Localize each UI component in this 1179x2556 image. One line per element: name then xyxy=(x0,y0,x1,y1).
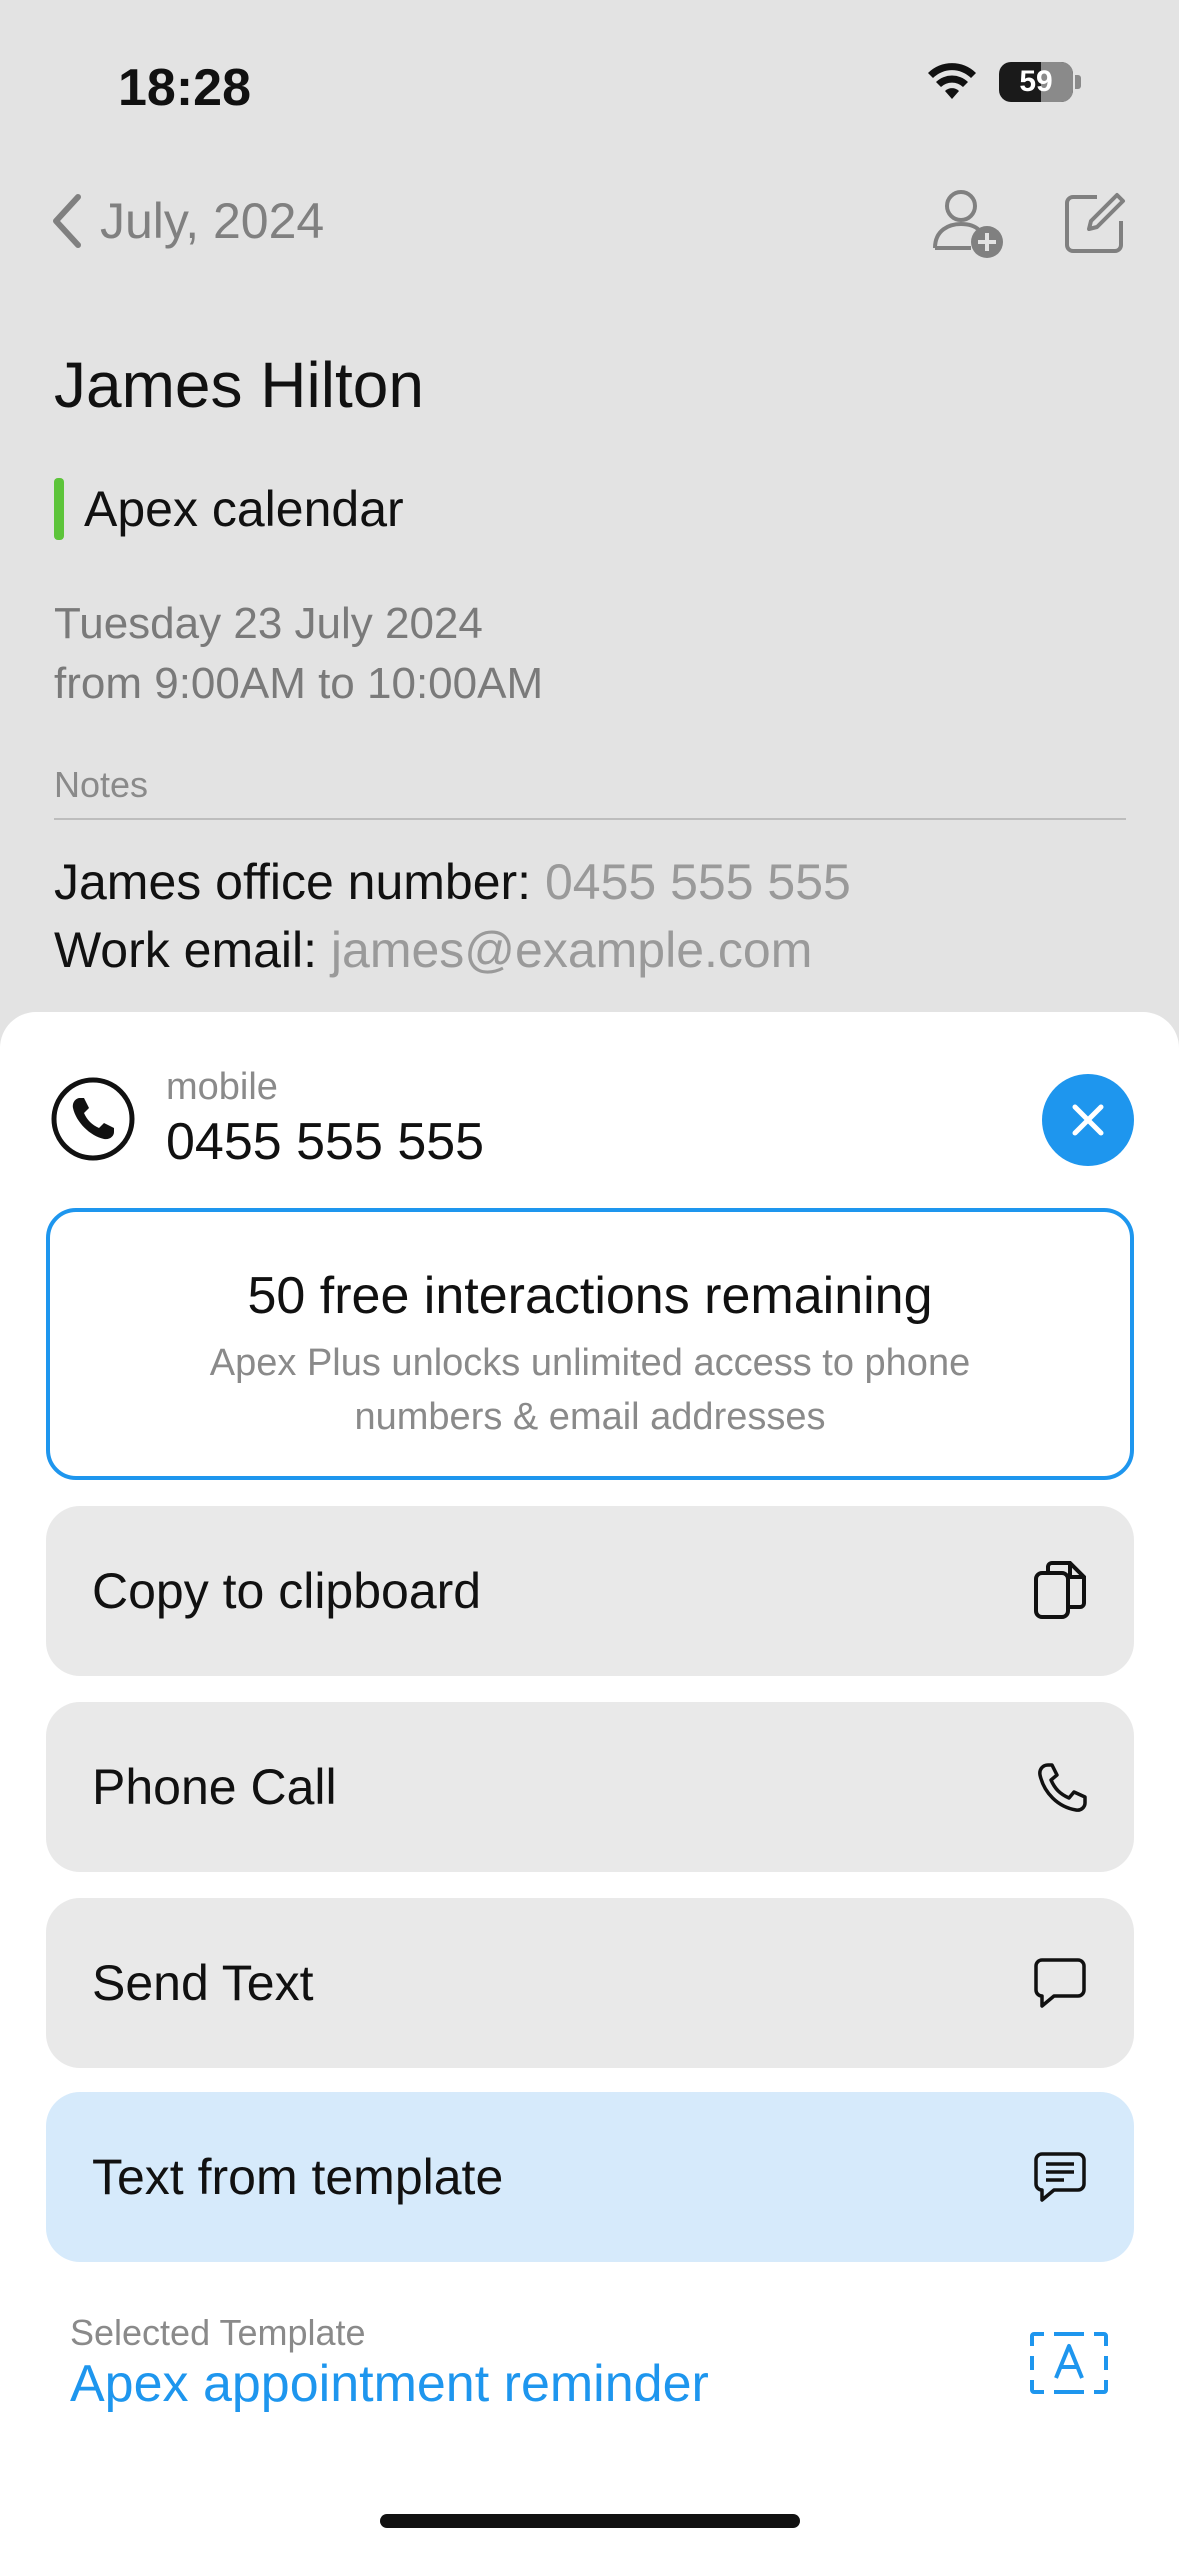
calendar-name: Apex calendar xyxy=(84,481,404,537)
upgrade-promo-card[interactable]: 50 free interactions remaining Apex Plus… xyxy=(46,1208,1134,1480)
copy-icon xyxy=(1034,1561,1086,1619)
promo-title: 50 free interactions remaining xyxy=(247,1267,933,1325)
notes-body: James office number: 0455 555 555 Work e… xyxy=(54,848,851,984)
status-time: 18:28 xyxy=(118,59,251,117)
copy-to-clipboard-button[interactable]: Copy to clipboard xyxy=(46,1506,1134,1676)
back-button[interactable]: July, 2024 xyxy=(52,192,324,250)
add-person-icon[interactable] xyxy=(931,186,1007,262)
contact-header: mobile 0455 555 555 xyxy=(50,1062,1134,1172)
close-button[interactable] xyxy=(1042,1074,1134,1166)
calendar-row: Apex calendar xyxy=(54,478,404,540)
selected-template-label: Selected Template xyxy=(70,2312,366,2353)
send-text-label: Send Text xyxy=(92,1955,314,2011)
event-title: James Hilton xyxy=(54,349,424,421)
phone-call-label: Phone Call xyxy=(92,1759,337,1815)
event-time-line: from 9:00AM to 10:00AM xyxy=(54,659,544,708)
text-from-template-label: Text from template xyxy=(92,2149,504,2205)
notes-label: Notes xyxy=(54,764,149,805)
contact-action-sheet: mobile 0455 555 555 50 free interactions… xyxy=(0,1012,1179,2556)
status-indicators: 59 xyxy=(927,62,1081,102)
selected-template-row[interactable]: Selected Template Apex appointment remin… xyxy=(70,2312,1110,2432)
close-icon xyxy=(1072,1104,1104,1136)
promo-subtitle: Apex Plus unlocks unlimited access to ph… xyxy=(209,1342,971,1438)
copy-label: Copy to clipboard xyxy=(92,1563,482,1619)
phone-circle-icon xyxy=(51,1077,135,1161)
compose-icon[interactable] xyxy=(1061,191,1127,257)
text-from-template-button[interactable]: Text from template xyxy=(46,2092,1134,2262)
nav-actions xyxy=(931,186,1127,262)
selected-template-name[interactable]: Apex appointment reminder xyxy=(70,2354,709,2414)
event-date: Tuesday 23 July 2024 from 9:00AM to 10:0… xyxy=(54,594,543,714)
chevron-left-icon xyxy=(53,194,81,248)
calendar-color-bar xyxy=(54,478,64,540)
contact-number: 0455 555 555 xyxy=(166,1113,485,1171)
contact-type: mobile xyxy=(166,1066,278,1108)
wifi-icon xyxy=(928,63,976,99)
email-label: Work email: xyxy=(54,922,331,978)
phone-icon xyxy=(1038,1763,1087,1812)
event-date-line: Tuesday 23 July 2024 xyxy=(54,599,483,648)
notes-divider xyxy=(54,818,1126,820)
message-icon xyxy=(1034,1958,1086,2008)
battery-level: 59 xyxy=(1019,65,1053,98)
office-label: James office number: xyxy=(54,854,545,910)
battery-icon: 59 xyxy=(999,62,1073,102)
back-label: July, 2024 xyxy=(100,193,325,249)
message-template-icon xyxy=(1034,2152,1086,2202)
office-number-link[interactable]: 0455 555 555 xyxy=(545,854,851,910)
send-text-button[interactable]: Send Text xyxy=(46,1898,1134,2068)
email-link[interactable]: james@example.com xyxy=(331,922,812,978)
text-template-icon[interactable] xyxy=(1028,2330,1110,2396)
home-indicator[interactable] xyxy=(380,2514,800,2528)
phone-call-button[interactable]: Phone Call xyxy=(46,1702,1134,1872)
